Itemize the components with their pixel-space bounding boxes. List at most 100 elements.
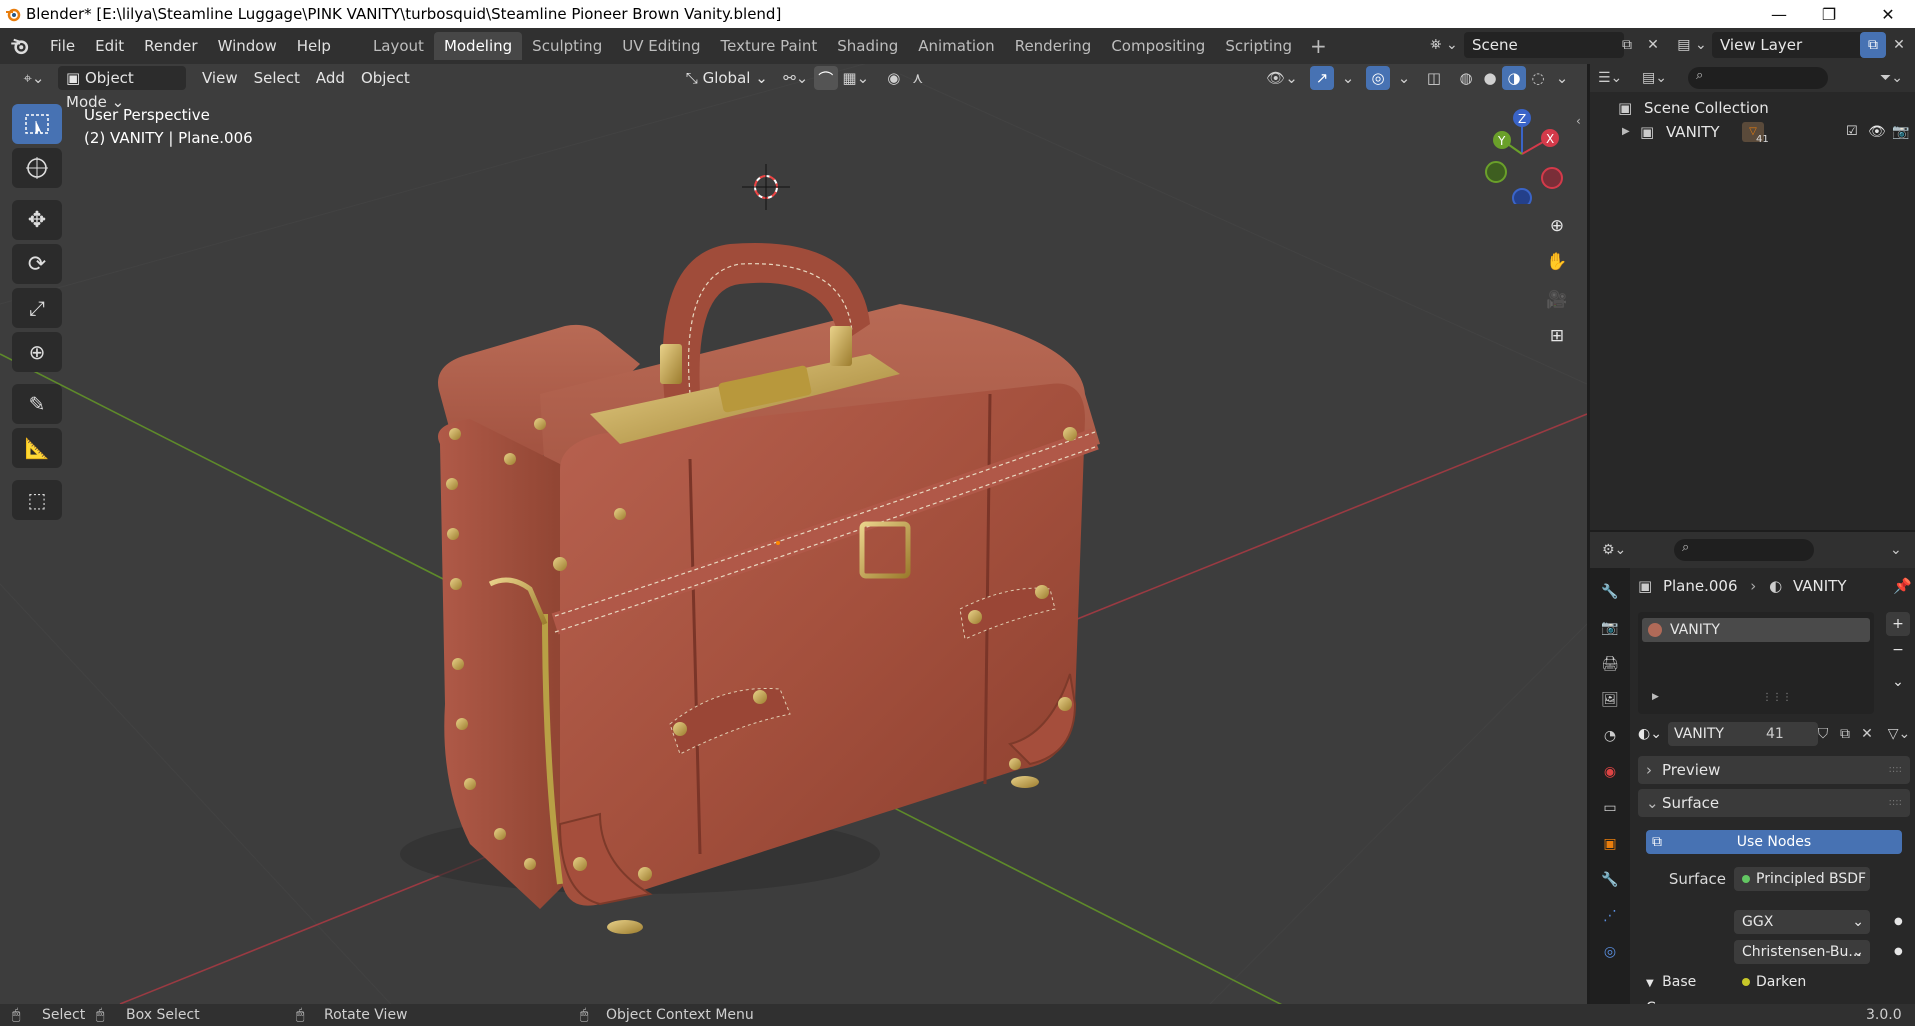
- close-window-button[interactable]: ✕: [1865, 0, 1911, 28]
- view-layer-selector-icon[interactable]: ▤ ⌄: [1674, 32, 1710, 58]
- camera-view-icon[interactable]: 🎥: [1541, 284, 1573, 316]
- properties-editor-type-icon[interactable]: ⚙⌄: [1602, 538, 1638, 562]
- outliner-search-input[interactable]: ⌕: [1688, 67, 1828, 89]
- resize-handle-icon[interactable]: ⋮⋮⋮: [1762, 692, 1792, 703]
- tab-object-icon[interactable]: ▣: [1590, 826, 1630, 862]
- tab-world-icon[interactable]: ◉: [1590, 754, 1630, 790]
- orientation-dropdown[interactable]: ⤡ Global ⌄: [678, 66, 778, 90]
- filter-icon[interactable]: ⏷⌄: [1880, 66, 1910, 90]
- proportional-falloff-icon[interactable]: ⋏: [906, 66, 930, 90]
- render-camera-icon[interactable]: 📷: [1892, 120, 1909, 144]
- menu-render[interactable]: Render: [134, 32, 207, 60]
- minimize-button[interactable]: —: [1756, 0, 1802, 28]
- keyframe-dot-icon[interactable]: ●: [1894, 910, 1903, 934]
- visibility-dropdown-icon[interactable]: 👁⌄: [1264, 66, 1300, 90]
- transform-tool[interactable]: ⊕: [12, 332, 62, 372]
- expand-arrow-icon[interactable]: ▶: [1652, 692, 1659, 702]
- material-slot-item[interactable]: VANITY: [1642, 618, 1870, 642]
- tab-layout[interactable]: Layout: [363, 32, 434, 60]
- add-material-slot-button[interactable]: +: [1886, 612, 1910, 636]
- tab-uv-editing[interactable]: UV Editing: [612, 32, 710, 60]
- gizmo-dropdown-icon[interactable]: ⌄: [1336, 66, 1360, 90]
- outliner-editor-type-icon[interactable]: ☰⌄: [1598, 66, 1634, 90]
- zoom-icon[interactable]: ⊕: [1541, 210, 1573, 242]
- tab-compositing[interactable]: Compositing: [1101, 32, 1215, 60]
- tab-physics-icon[interactable]: ◎: [1590, 934, 1630, 970]
- slot-specials-button[interactable]: ⌄: [1886, 670, 1910, 694]
- pan-hand-icon[interactable]: ✋: [1541, 246, 1573, 278]
- snap-target-icon[interactable]: ▦⌄: [838, 66, 874, 90]
- tab-scripting[interactable]: Scripting: [1215, 32, 1302, 60]
- material-name-field[interactable]: VANITY 41: [1668, 722, 1818, 746]
- unlink-material-icon[interactable]: ✕: [1856, 722, 1878, 746]
- move-tool[interactable]: ✥: [12, 200, 62, 240]
- properties-options-icon[interactable]: ⌄: [1890, 538, 1902, 562]
- menu-file[interactable]: File: [40, 32, 85, 60]
- navigation-gizmo[interactable]: Z X Y: [1470, 104, 1570, 204]
- tab-tool-icon[interactable]: 🔧: [1590, 574, 1630, 610]
- material-preview-icon[interactable]: ◑: [1502, 66, 1526, 90]
- menu-add[interactable]: Add: [308, 66, 353, 90]
- tab-modeling[interactable]: Modeling: [433, 32, 523, 60]
- gizmo-toggle-icon[interactable]: ↗: [1310, 66, 1334, 90]
- overlay-dropdown-icon[interactable]: ⌄: [1392, 66, 1416, 90]
- tab-sculpting[interactable]: Sculpting: [522, 32, 612, 60]
- subsurface-method-dropdown[interactable]: Christensen-Bu... ⌄: [1734, 940, 1870, 964]
- menu-edit[interactable]: Edit: [85, 32, 134, 60]
- outliner-item-vanity[interactable]: ▶ ▣ VANITY ▽ 41 ☑ 👁 📷: [1590, 120, 1915, 145]
- annotate-tool[interactable]: ✎: [12, 384, 62, 424]
- new-view-layer-icon[interactable]: ⧉: [1860, 32, 1886, 58]
- menu-window[interactable]: Window: [208, 32, 287, 60]
- proportional-edit-icon[interactable]: ◉: [882, 66, 906, 90]
- new-scene-icon[interactable]: ⧉: [1614, 32, 1640, 58]
- editor-type-icon[interactable]: ⌖⌄: [16, 66, 52, 90]
- view-layer-field[interactable]: View Layer: [1712, 32, 1872, 58]
- distribution-dropdown[interactable]: GGX ⌄: [1734, 910, 1870, 934]
- xray-toggle-icon[interactable]: ◫: [1422, 66, 1446, 90]
- mode-dropdown[interactable]: ▣ Object Mode ⌄: [58, 66, 186, 111]
- properties-search-input[interactable]: ⌕: [1674, 539, 1814, 561]
- tab-modifier-icon[interactable]: 🔧: [1590, 862, 1630, 898]
- wireframe-shading-icon[interactable]: ◍: [1454, 66, 1478, 90]
- tab-view-layer-icon[interactable]: 🖼: [1590, 682, 1630, 718]
- overlay-toggle-icon[interactable]: ◎: [1366, 66, 1390, 90]
- delete-scene-icon[interactable]: ✕: [1640, 32, 1666, 58]
- remove-material-slot-button[interactable]: −: [1886, 638, 1910, 662]
- preview-panel-header[interactable]: › Preview ::::: [1638, 756, 1910, 784]
- perspective-toggle-icon[interactable]: ⊞: [1541, 320, 1573, 352]
- tab-scene-icon[interactable]: ◔: [1590, 718, 1630, 754]
- collapse-sidebar-icon[interactable]: ‹: [1576, 114, 1581, 128]
- scale-tool[interactable]: ⤢: [12, 288, 62, 328]
- add-cube-tool[interactable]: ⬚: [12, 480, 62, 520]
- restore-button[interactable]: ❐: [1806, 0, 1852, 28]
- shading-dropdown-icon[interactable]: ⌄: [1550, 66, 1574, 90]
- cursor-tool[interactable]: [12, 148, 62, 188]
- scene-name-field[interactable]: Scene: [1464, 32, 1624, 58]
- tab-output-icon[interactable]: 🖨: [1590, 646, 1630, 682]
- drag-handle-icon[interactable]: ::::: [1889, 756, 1902, 784]
- expand-arrow-icon[interactable]: ▶: [1622, 120, 1630, 144]
- rendered-shading-icon[interactable]: ◌: [1526, 66, 1550, 90]
- browse-material-icon[interactable]: ◐⌄: [1638, 722, 1668, 746]
- menu-select[interactable]: Select: [246, 66, 308, 90]
- scene-collection-row[interactable]: ▣ Scene Collection: [1590, 96, 1915, 120]
- measure-tool[interactable]: 📐: [12, 428, 62, 468]
- solid-shading-icon[interactable]: ●: [1478, 66, 1502, 90]
- surface-shader-field[interactable]: Principled BSDF: [1734, 867, 1870, 891]
- menu-object[interactable]: Object: [353, 66, 418, 90]
- tab-shading[interactable]: Shading: [827, 32, 908, 60]
- pivot-point-icon[interactable]: ⚯⌄: [778, 66, 814, 90]
- pin-icon[interactable]: 📌: [1893, 572, 1912, 600]
- add-workspace-button[interactable]: +: [1302, 34, 1335, 58]
- use-nodes-button[interactable]: ⧉ Use Nodes: [1646, 830, 1902, 854]
- rotate-tool[interactable]: ⟳: [12, 244, 62, 284]
- tab-animation[interactable]: Animation: [908, 32, 1004, 60]
- 3d-viewport[interactable]: ⌖⌄ ▣ Object Mode ⌄ View Select Add Objec…: [0, 64, 1587, 1014]
- tab-texture-paint[interactable]: Texture Paint: [710, 32, 827, 60]
- visibility-eye-icon[interactable]: 👁: [1868, 120, 1886, 144]
- 3d-cursor-icon[interactable]: [742, 164, 790, 210]
- menu-help[interactable]: Help: [287, 32, 341, 60]
- surface-panel-header[interactable]: ⌄ Surface ::::: [1638, 789, 1910, 817]
- scene-selector-icon[interactable]: ⛯ ⌄: [1426, 32, 1462, 58]
- exclude-checkbox-icon[interactable]: ☑: [1846, 120, 1858, 144]
